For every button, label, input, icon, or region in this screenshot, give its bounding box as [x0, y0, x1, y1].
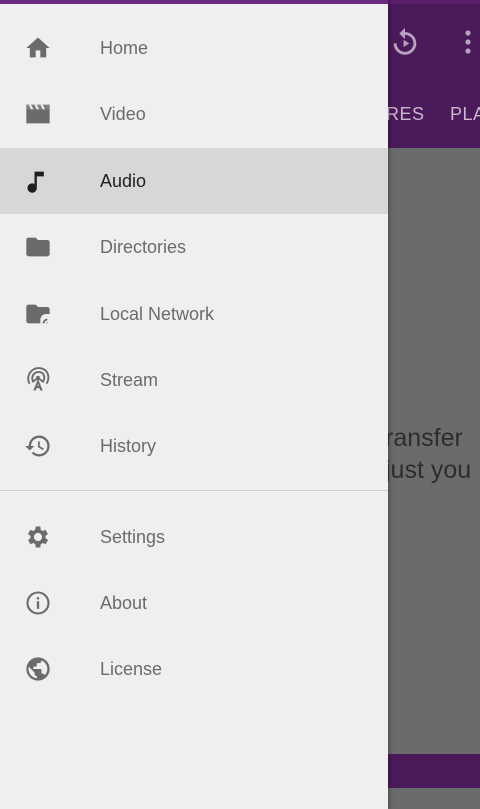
background-text-line: just you — [385, 456, 472, 484]
more-vertical-icon[interactable] — [458, 27, 478, 57]
refresh-icon[interactable] — [388, 25, 422, 59]
drawer-item-label: Home — [100, 37, 149, 58]
drawer-item-label: About — [100, 592, 148, 613]
drawer-item-local-network[interactable]: Local Network — [0, 281, 388, 347]
globe-icon — [24, 655, 52, 683]
background-tab[interactable]: PLA — [450, 104, 480, 125]
drawer-item-label: License — [100, 658, 163, 679]
background-text-line: ransfer — [385, 424, 463, 452]
drawer-item-license[interactable]: License — [0, 636, 388, 702]
drawer-top-accent — [0, 0, 388, 4]
drawer-item-label: Settings — [100, 526, 166, 547]
folder-icon — [24, 233, 52, 261]
drawer-item-history[interactable]: History — [0, 413, 388, 479]
drawer-item-stream[interactable]: Stream — [0, 347, 388, 413]
drawer-item-settings[interactable]: Settings — [0, 504, 388, 570]
info-icon — [24, 589, 52, 617]
drawer-item-directories[interactable]: Directories — [0, 214, 388, 280]
background-tab[interactable]: RES — [386, 104, 425, 125]
drawer-item-about[interactable]: About — [0, 570, 388, 636]
navigation-drawer: Home Video Audio Directories Local Netwo… — [0, 0, 388, 809]
drawer-item-home[interactable]: Home — [0, 15, 388, 81]
drawer-item-audio[interactable]: Audio — [0, 148, 388, 214]
drawer-item-label: Video — [100, 103, 146, 124]
network-folder-icon — [24, 300, 52, 328]
drawer-item-video[interactable]: Video — [0, 81, 388, 147]
video-icon — [24, 100, 52, 128]
drawer-item-label: Stream — [100, 369, 159, 390]
drawer-item-label: Audio — [100, 170, 147, 191]
home-icon — [24, 34, 52, 62]
app-screen: RES PLA ransfer just you Home Video Audi… — [0, 0, 480, 809]
broadcast-tower-icon — [24, 366, 52, 394]
music-note-icon — [24, 167, 52, 195]
drawer-item-label: Local Network — [100, 303, 215, 324]
drawer-divider — [0, 490, 388, 491]
gear-icon — [24, 523, 52, 551]
drawer-item-label: Directories — [100, 236, 187, 257]
drawer-item-label: History — [100, 435, 157, 456]
history-icon — [24, 432, 52, 460]
